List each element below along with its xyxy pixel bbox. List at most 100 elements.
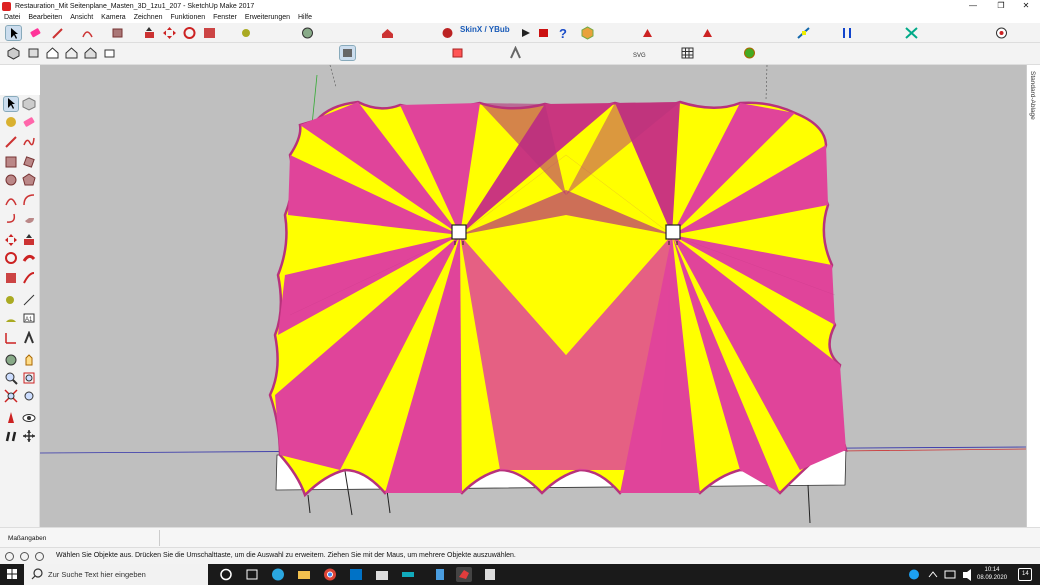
taskbar-search[interactable]: Zur Suche Text hier eingeben <box>24 564 208 585</box>
grid-icon[interactable] <box>680 46 695 60</box>
pan-tool-icon[interactable] <box>22 353 36 367</box>
zoom-tool-icon[interactable] <box>4 371 18 385</box>
pie-tool-icon[interactable] <box>22 211 36 225</box>
instructor-icon[interactable] <box>35 552 44 561</box>
right-view-icon[interactable] <box>64 46 79 60</box>
menu-datei[interactable]: Datei <box>0 14 24 21</box>
eraser-tool-icon[interactable] <box>22 115 36 129</box>
line-tool-icon[interactable] <box>4 135 18 149</box>
rotated-rect-tool-icon[interactable] <box>22 155 36 169</box>
walk-tool-icon[interactable] <box>4 429 18 443</box>
zoom-window-icon[interactable] <box>22 371 36 385</box>
extension-icon[interactable] <box>440 26 455 40</box>
menu-bearbeiten[interactable]: Bearbeiten <box>24 14 66 21</box>
tools-icon[interactable] <box>508 45 523 60</box>
menu-funktionen[interactable]: Funktionen <box>166 14 209 21</box>
move-tool-icon[interactable] <box>4 233 18 247</box>
select-tool-icon[interactable] <box>5 25 22 41</box>
help-tray-icon[interactable] <box>909 569 919 580</box>
maximize-button[interactable]: ❐ <box>988 0 1014 12</box>
offset-tool-icon[interactable] <box>22 271 36 285</box>
geo-location-icon[interactable] <box>5 552 14 561</box>
iso-view-icon[interactable] <box>6 46 21 60</box>
protractor-icon[interactable] <box>4 311 18 325</box>
dimension-tool-icon[interactable] <box>22 293 36 307</box>
menu-fenster[interactable]: Fenster <box>209 14 241 21</box>
eraser-tool-icon[interactable] <box>28 26 43 40</box>
left-view-icon[interactable] <box>102 46 117 60</box>
red-arrow-icon-2[interactable] <box>700 26 715 40</box>
cortana-icon[interactable] <box>218 567 234 582</box>
rectangle-tool-icon[interactable] <box>110 26 125 40</box>
volume-icon[interactable] <box>963 569 971 581</box>
app-icon[interactable] <box>400 567 416 582</box>
axes-icon[interactable] <box>796 26 811 40</box>
windows-start-icon[interactable] <box>0 564 24 585</box>
network-icon[interactable] <box>944 570 956 579</box>
two-point-arc-icon[interactable] <box>22 193 36 207</box>
chevron-up-icon[interactable] <box>928 571 938 578</box>
component-tool-icon[interactable] <box>22 97 36 111</box>
tape-measure-icon[interactable] <box>4 293 18 307</box>
zoom-extents-icon[interactable] <box>4 389 18 403</box>
orbit-tool-icon[interactable] <box>300 26 315 40</box>
polygon-tool-icon[interactable] <box>22 173 36 187</box>
cyan-shape-icon[interactable] <box>904 26 919 40</box>
pencil-tool-icon[interactable] <box>50 26 65 40</box>
push-pull-tool-icon[interactable] <box>142 26 157 40</box>
menu-hilfe[interactable]: Hilfe <box>294 14 316 21</box>
chrome-icon[interactable] <box>322 567 338 582</box>
back-view-icon[interactable] <box>83 46 98 60</box>
cube-icon[interactable] <box>580 26 595 40</box>
app-blue-icon[interactable] <box>432 567 448 582</box>
orbit-tool-icon[interactable] <box>4 353 18 367</box>
menu-erweiterungen[interactable]: Erweiterungen <box>241 14 294 21</box>
select-tool-icon[interactable] <box>3 96 19 112</box>
3d-text-tool-icon[interactable] <box>22 330 36 345</box>
previous-view-icon[interactable] <box>22 389 36 403</box>
push-pull-tool-icon[interactable] <box>22 233 36 247</box>
scale-tool-icon[interactable] <box>4 271 18 285</box>
taskbar-clock[interactable]: 10:14 08.09.2020 <box>977 566 1007 582</box>
tent-model[interactable] <box>39 64 1027 527</box>
text-tool-icon[interactable]: A1 <box>22 311 36 325</box>
axes-tool-icon[interactable] <box>4 331 18 345</box>
look-around-icon[interactable] <box>22 411 36 425</box>
default-tray-panel[interactable]: Standard-Ablage <box>1026 65 1040 527</box>
menu-ansicht[interactable]: Ansicht <box>66 14 97 21</box>
file-explorer-icon[interactable] <box>296 567 312 582</box>
rectangle-tool-icon[interactable] <box>4 155 18 169</box>
arc-tool-icon[interactable] <box>80 26 95 40</box>
edge-browser-icon[interactable] <box>270 567 286 582</box>
arc-tool-icon[interactable] <box>4 193 18 207</box>
store-icon[interactable] <box>374 567 390 582</box>
red-arrow-icon[interactable] <box>640 26 655 40</box>
menu-zeichnen[interactable]: Zeichnen <box>130 14 167 21</box>
svg-export-icon[interactable]: SVG <box>632 46 647 60</box>
model-viewport[interactable] <box>39 64 1027 527</box>
help-icon[interactable]: ? <box>556 26 571 41</box>
blue-arrows-icon[interactable] <box>840 26 855 40</box>
section-plane-icon[interactable] <box>22 429 36 443</box>
move-tool-icon[interactable] <box>162 26 177 40</box>
circle-tool-icon[interactable] <box>4 173 18 187</box>
rotate-tool-icon[interactable] <box>4 251 18 265</box>
task-view-icon[interactable] <box>244 567 260 582</box>
paint-bucket-icon[interactable] <box>4 115 18 129</box>
play-icon[interactable] <box>518 26 533 40</box>
follow-me-tool-icon[interactable] <box>22 251 36 265</box>
sketchup-taskbar-icon[interactable] <box>456 567 472 582</box>
rotate-tool-icon[interactable] <box>182 26 197 40</box>
close-button[interactable]: ✕ <box>1013 0 1039 12</box>
plugin-icon[interactable] <box>742 46 757 60</box>
freehand-tool-icon[interactable] <box>22 135 36 149</box>
calculator-icon[interactable] <box>482 567 498 582</box>
stop-icon[interactable] <box>536 26 551 40</box>
default-tray-label[interactable]: Standard-Ablage <box>1029 71 1036 120</box>
skinx-ybub-label[interactable]: SkinX / YBub <box>460 25 510 34</box>
credits-icon[interactable] <box>20 552 29 561</box>
notification-center-icon[interactable]: 14 <box>1018 568 1032 581</box>
scale-tool-icon[interactable] <box>202 26 217 40</box>
tape-measure-icon[interactable] <box>240 26 255 40</box>
front-view-icon[interactable] <box>45 46 60 60</box>
